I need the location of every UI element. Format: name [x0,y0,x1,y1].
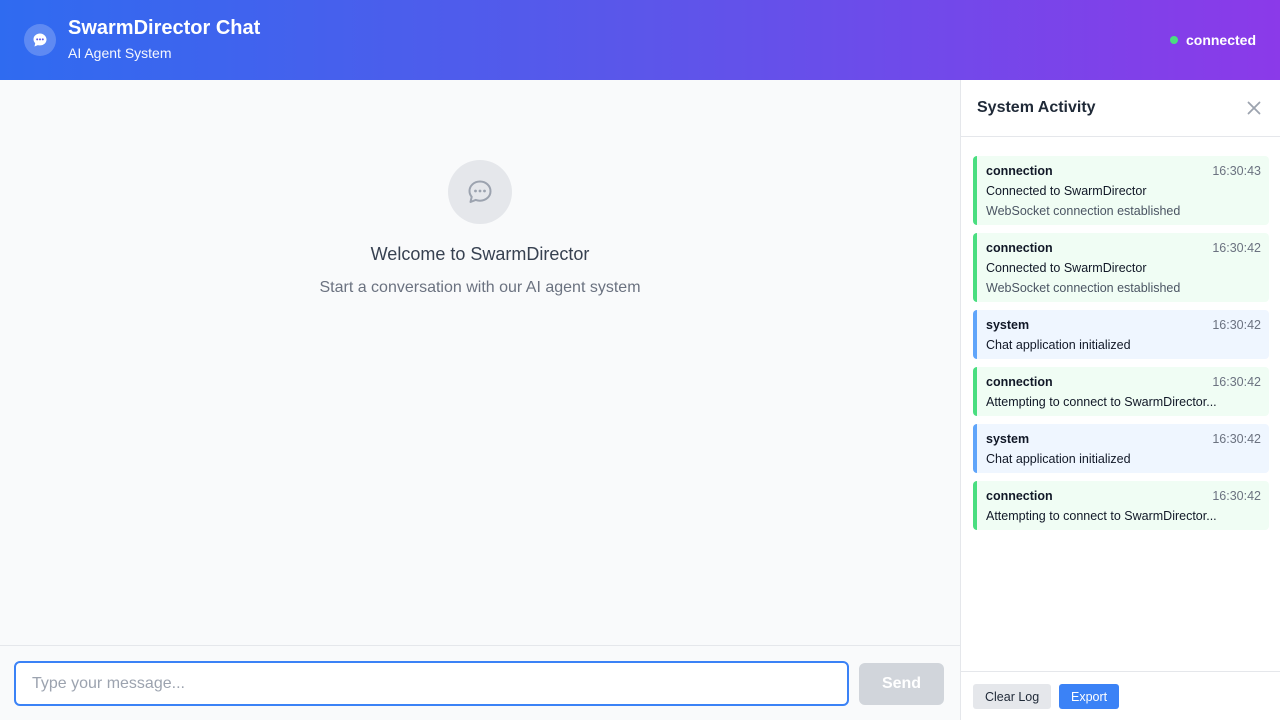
clear-log-button[interactable]: Clear Log [973,684,1052,709]
log-entry-time: 16:30:43 [1212,164,1261,178]
log-entry-message: Chat application initialized [986,338,1131,352]
close-icon[interactable] [1244,98,1264,118]
log-entry: connection 16:30:42 Attempting to connect … [973,367,1269,416]
log-entry-detail: WebSocket connection established [986,281,1181,295]
log-entry: connection 16:30:42 Attempting to connect … [973,481,1269,530]
welcome-message: Welcome to SwarmDirector Start a convers… [0,160,960,297]
log-entry: connection 16:30:42 Connected to SwarmDire… [973,233,1269,302]
composer-bar: Send [0,645,960,720]
status-dot-icon [1169,36,1178,44]
log-entry-type: system [986,432,1030,446]
chat-bubble-icon [24,24,56,56]
log-entry-message: Connected to SwarmDirector [986,261,1147,275]
log-entry-header: system 16:30:42 [986,431,1261,447]
log-entry-header: connection 16:30:42 [986,488,1261,504]
log-entry-header: connection 16:30:42 [986,240,1261,256]
log-entry-message: Connected to SwarmDirector [986,184,1147,198]
log-entry-time: 16:30:42 [1212,318,1261,332]
log-entry-time: 16:30:42 [1212,489,1261,503]
log-entry-message: Attempting to connect to SwarmDirector..… [986,395,1217,409]
log-entry-time: 16:30:42 [1212,432,1261,446]
app-title: SwarmDirector Chat [68,17,261,39]
message-input[interactable] [14,661,849,706]
app-subtitle: AI Agent System [68,45,172,61]
welcome-subtitle: Start a conversation with our AI agent s… [319,279,641,296]
export-button[interactable]: Export [1059,684,1120,709]
chat-area: Welcome to SwarmDirector Start a convers… [0,80,960,720]
log-entry-type: connection [986,489,1053,503]
log-entry-detail: WebSocket connection established [986,204,1181,218]
send-button[interactable]: Send [859,663,944,705]
log-entry-header: connection 16:30:43 [986,163,1261,179]
panel-footer: Clear Log Export [961,671,1280,720]
panel-title: System Activity [977,99,1096,116]
log-entry-header: connection 16:30:42 [986,374,1261,390]
log-entry: system 16:30:42 Chat application initializ… [973,310,1269,359]
log-entry-message: Chat application initialized [986,452,1131,466]
log-entry-message: Attempting to connect to SwarmDirector..… [986,509,1217,523]
status-text: connected [1185,32,1256,48]
log-entry-header: system 16:30:42 [986,317,1261,333]
panel-header: System Activity [961,80,1280,137]
log-entry-type: connection [986,375,1053,389]
system-activity-panel: System Activity connection 16:30:43 Connec… [960,80,1280,720]
log-entry-type: system [986,318,1030,332]
chat-bubble-icon [448,160,512,224]
connection-status: connected [1169,32,1256,48]
log-entry-type: connection [986,241,1053,255]
app-header: SwarmDirector Chat AI Agent System conne… [0,0,1280,80]
log-entry: system 16:30:42 Chat application initializ… [973,424,1269,473]
log-entry-time: 16:30:42 [1212,375,1261,389]
log-entry: connection 16:30:43 Connected to SwarmDire… [973,156,1269,225]
log-entry-type: connection [986,164,1053,178]
log-entry-time: 16:30:42 [1212,241,1261,255]
welcome-title: Welcome to SwarmDirector [370,244,590,264]
activity-log: connection 16:30:43 Connected to SwarmDire… [973,156,1269,538]
